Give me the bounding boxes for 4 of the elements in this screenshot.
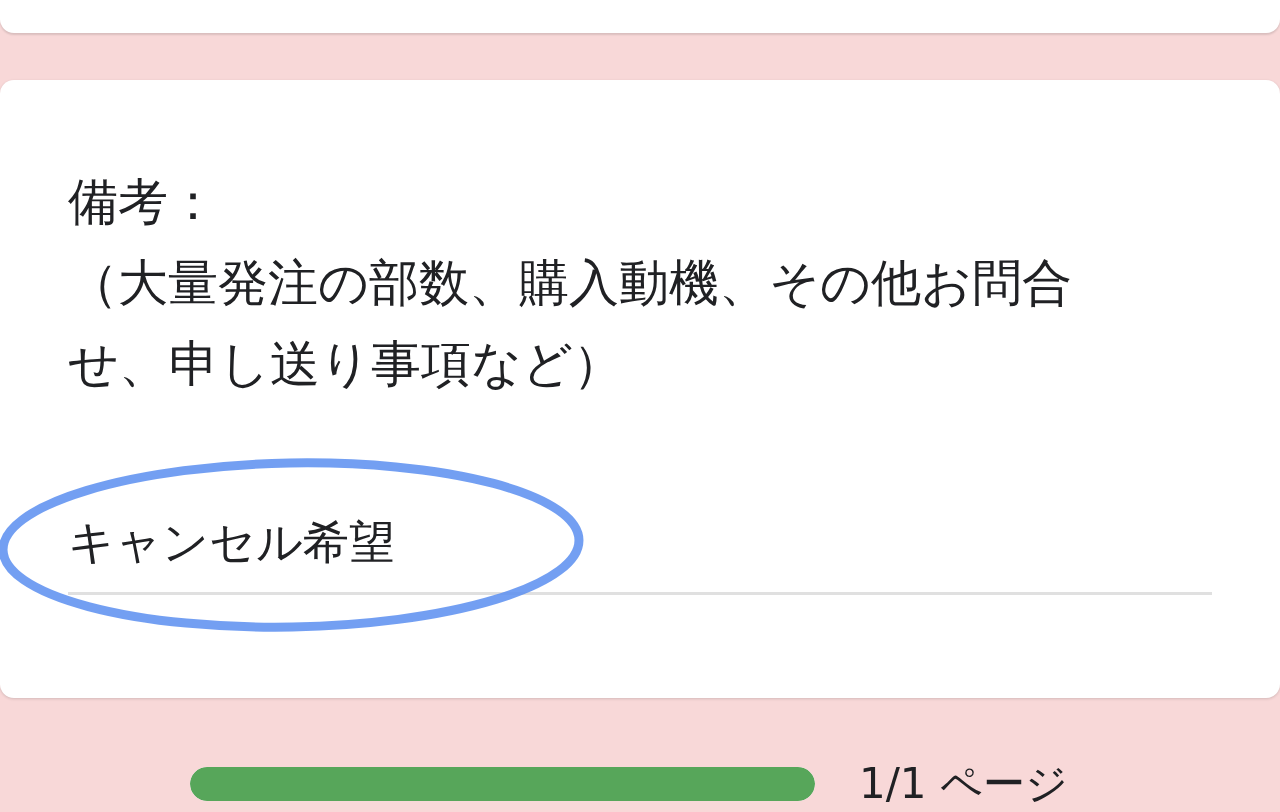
- page-count: 1/1 ページ: [859, 758, 1068, 810]
- question-title: 備考：: [68, 172, 219, 233]
- answer-field[interactable]: キャンセル希望: [68, 512, 1212, 595]
- question-description: （大量発注の部数、購入動機、その他お問合せ、申し送り事項など）: [68, 253, 1073, 395]
